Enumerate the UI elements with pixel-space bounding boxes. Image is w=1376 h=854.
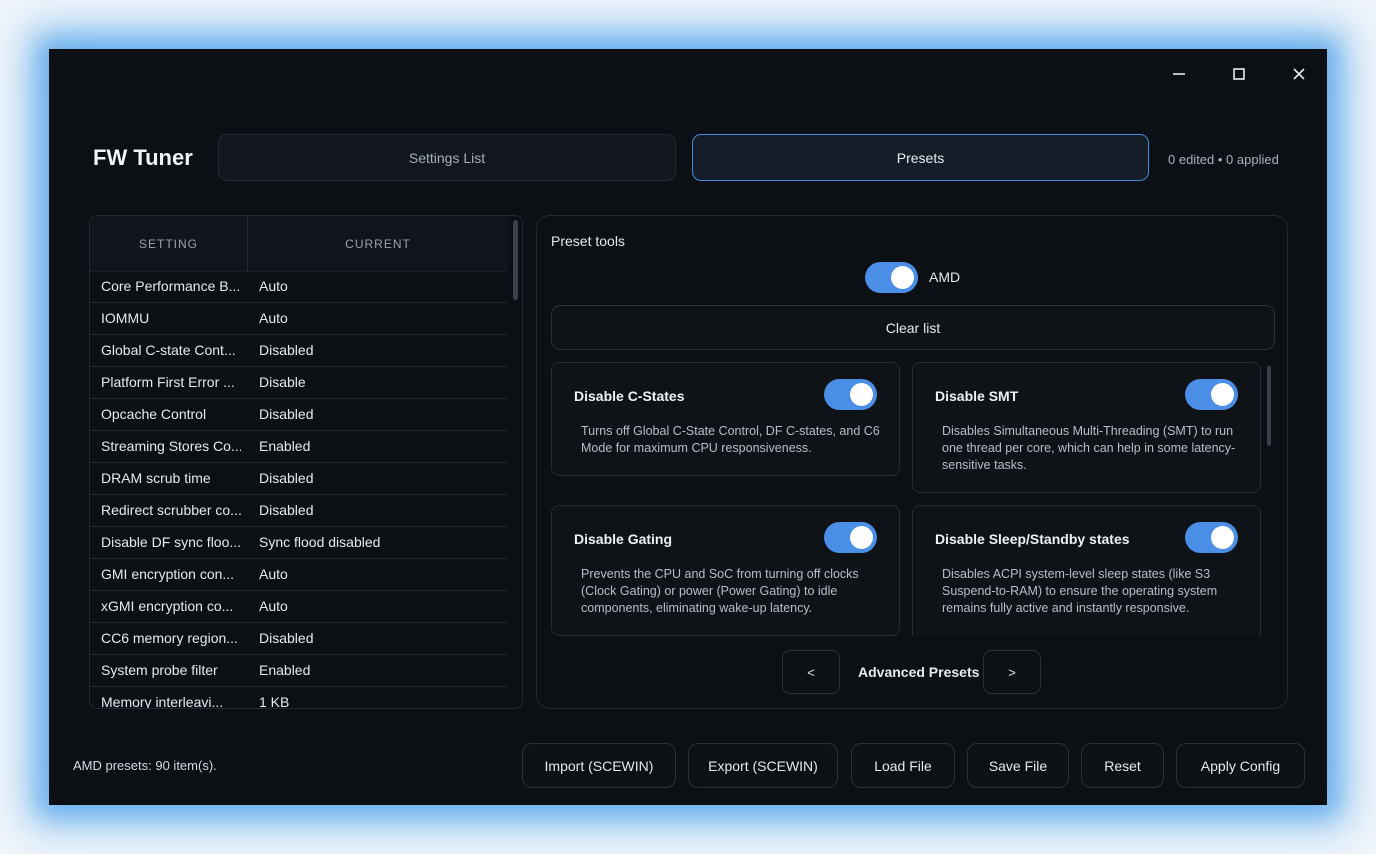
preset-title: Disable SMT — [935, 388, 1019, 404]
preset-title: Disable C-States — [574, 388, 685, 404]
prev-page-button[interactable]: < — [782, 650, 840, 694]
setting-value: Disabled — [259, 342, 314, 358]
preset-toggle[interactable] — [824, 522, 877, 553]
preset-title: Disable Gating — [574, 531, 673, 547]
export-button[interactable]: Export (SCEWIN) — [688, 743, 838, 788]
setting-name: GMI encryption con... — [101, 566, 235, 582]
app-window: FW Tuner Settings List Presets 0 edited … — [49, 49, 1327, 805]
setting-value: Auto — [259, 566, 288, 582]
preset-description: Prevents the CPU and SoC from turning of… — [581, 567, 859, 615]
minimize-icon — [1173, 73, 1185, 75]
preset-tools-label: Preset tools — [551, 233, 625, 249]
table-row[interactable]: CC6 memory region... Disabled — [90, 623, 508, 655]
tab-settings-list[interactable]: Settings List — [218, 134, 676, 181]
setting-value: Disabled — [259, 406, 314, 422]
clear-list-button[interactable]: Clear list — [551, 305, 1275, 350]
preset-card-list: Disable C-States Turns off Global C-Stat… — [551, 362, 1263, 636]
preset-description: Disables ACPI system-level sleep states … — [942, 567, 1218, 615]
setting-name: Global C-state Cont... — [101, 342, 236, 358]
close-button[interactable] — [1279, 63, 1319, 85]
table-row[interactable]: Opcache Control Disabled — [90, 399, 508, 431]
setting-value: Auto — [259, 278, 288, 294]
table-row[interactable]: Streaming Stores Co... Enabled — [90, 431, 508, 463]
table-row[interactable]: Global C-state Cont... Disabled — [90, 335, 508, 367]
table-row[interactable]: System probe filter Enabled — [90, 655, 508, 687]
setting-value: Auto — [259, 598, 288, 614]
column-header-setting[interactable]: SETTING — [90, 216, 247, 271]
preset-toggle[interactable] — [1185, 379, 1238, 410]
setting-value: Disable — [259, 374, 306, 390]
table-row[interactable]: Core Performance B... Auto — [90, 271, 508, 303]
setting-name: Platform First Error ... — [101, 374, 235, 390]
tab-presets[interactable]: Presets — [692, 134, 1149, 181]
advanced-presets-label: Advanced Presets — [858, 664, 980, 680]
setting-value: Enabled — [259, 662, 311, 678]
setting-name: Core Performance B... — [101, 278, 241, 294]
toggle-knob — [891, 266, 914, 289]
close-icon — [1293, 68, 1305, 80]
table-row[interactable]: Memory interleavi... 1 KB — [90, 687, 508, 709]
settings-table: SETTING CURRENT Core Performance B... Aut… — [89, 215, 523, 709]
setting-name: DRAM scrub time — [101, 470, 211, 486]
maximize-button[interactable] — [1219, 63, 1259, 85]
maximize-icon — [1233, 68, 1245, 80]
setting-value: Enabled — [259, 438, 311, 454]
setting-value: Disabled — [259, 630, 314, 646]
table-row[interactable]: IOMMU Auto — [90, 303, 508, 335]
table-row[interactable]: Platform First Error ... Disable — [90, 367, 508, 399]
reset-button[interactable]: Reset — [1081, 743, 1164, 788]
amd-toggle[interactable] — [865, 262, 918, 293]
setting-name: IOMMU — [101, 310, 150, 326]
minimize-button[interactable] — [1159, 63, 1199, 85]
preset-card-disable-sleep[interactable]: Disable Sleep/Standby states Disables AC… — [912, 505, 1261, 636]
table-header: SETTING CURRENT — [90, 216, 508, 272]
setting-name: System probe filter — [101, 662, 218, 678]
toggle-knob — [1211, 526, 1234, 549]
setting-value: Disabled — [259, 470, 314, 486]
preset-description: Disables Simultaneous Multi-Threading (S… — [942, 424, 1236, 472]
app-title: FW Tuner — [93, 145, 193, 170]
save-file-button[interactable]: Save File — [967, 743, 1069, 788]
column-header-current[interactable]: CURRENT — [248, 216, 508, 271]
table-row[interactable]: Disable DF sync floo... Sync flood disabl… — [90, 527, 508, 559]
setting-name: Memory interleavi... — [101, 694, 224, 709]
preset-toggle[interactable] — [1185, 522, 1238, 553]
preset-description: Turns off Global C-State Control, DF C-s… — [581, 424, 880, 455]
toggle-knob — [1211, 383, 1234, 406]
setting-name: Streaming Stores Co... — [101, 438, 241, 454]
load-file-button[interactable]: Load File — [851, 743, 955, 788]
setting-value: 1 KB — [259, 694, 290, 709]
setting-value: Sync flood disabled — [259, 534, 381, 550]
footer-status: AMD presets: 90 item(s). — [73, 758, 217, 773]
import-button[interactable]: Import (SCEWIN) — [522, 743, 676, 788]
setting-value: Disabled — [259, 502, 314, 518]
table-row[interactable]: Redirect scrubber co... Disabled — [90, 495, 508, 527]
apply-config-button[interactable]: Apply Config — [1176, 743, 1305, 788]
preset-title: Disable Sleep/Standby states — [935, 531, 1130, 547]
edit-status: 0 edited • 0 applied — [1168, 152, 1279, 167]
setting-name: xGMI encryption co... — [101, 598, 234, 614]
presets-panel: Preset tools AMD Clear list Disable C-St… — [536, 215, 1288, 709]
preset-card-disable-gating[interactable]: Disable Gating Prevents the CPU and SoC … — [551, 505, 900, 636]
preset-scrollbar[interactable] — [1267, 366, 1271, 446]
setting-name: Disable DF sync floo... — [101, 534, 241, 550]
setting-name: Redirect scrubber co... — [101, 502, 241, 518]
table-scrollbar[interactable] — [513, 220, 518, 300]
table-row[interactable]: xGMI encryption co... Auto — [90, 591, 508, 623]
setting-name: Opcache Control — [101, 406, 207, 422]
toggle-knob — [850, 383, 873, 406]
amd-toggle-label: AMD — [929, 269, 961, 285]
preset-toggle[interactable] — [824, 379, 877, 410]
preset-card-disable-smt[interactable]: Disable SMT Disables Simultaneous Multi-… — [912, 362, 1261, 493]
next-page-button[interactable]: > — [983, 650, 1041, 694]
table-row[interactable]: GMI encryption con... Auto — [90, 559, 508, 591]
preset-card-disable-c-states[interactable]: Disable C-States Turns off Global C-Stat… — [551, 362, 900, 476]
table-body: Core Performance B... Auto IOMMU Auto Glob… — [90, 271, 508, 709]
table-row[interactable]: DRAM scrub time Disabled — [90, 463, 508, 495]
toggle-knob — [850, 526, 873, 549]
setting-value: Auto — [259, 310, 288, 326]
setting-name: CC6 memory region... — [101, 630, 238, 646]
